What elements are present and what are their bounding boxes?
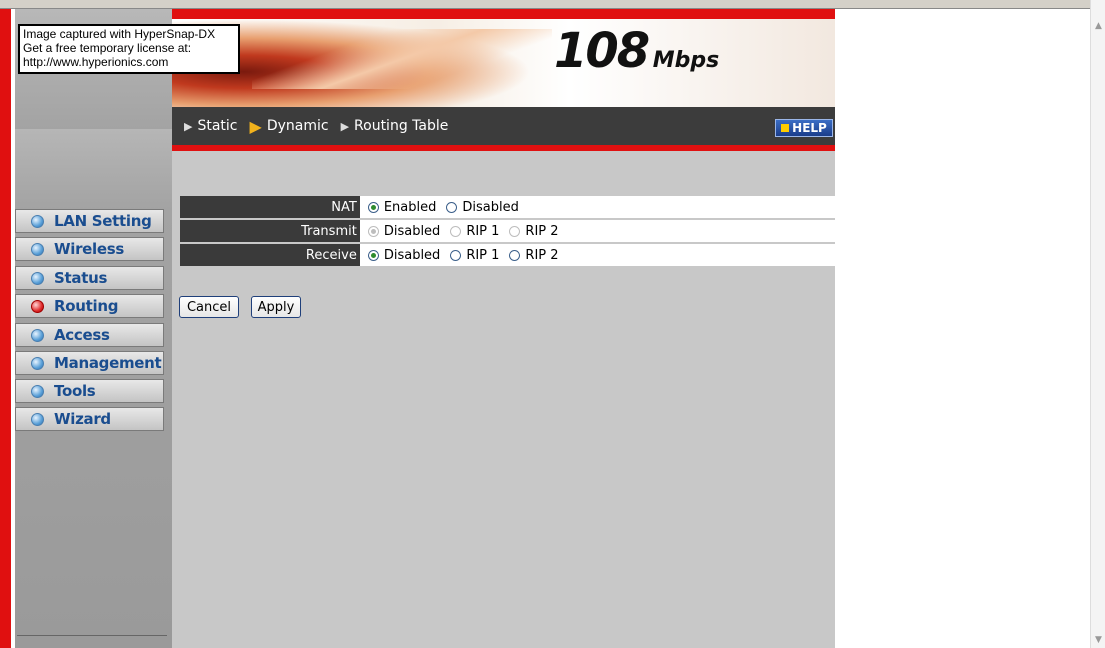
window-top-border [0, 0, 1090, 9]
sidebar-item-routing[interactable]: Routing [15, 294, 164, 318]
radio-label: Disabled [462, 199, 519, 215]
tab-label: Routing Table [354, 118, 449, 134]
radio-label: RIP 2 [525, 223, 559, 239]
speed-unit: Mbps [652, 48, 720, 73]
help-button[interactable]: HELP [775, 119, 833, 137]
nav-bullet-icon [31, 242, 44, 256]
sub-tab-bar: ▶ Static ▶ Dynamic ▶ Routing Table HELP [172, 107, 835, 145]
sidebar-item-wizard[interactable]: Wizard [15, 407, 164, 431]
nat-disabled-radio[interactable] [446, 201, 458, 213]
receive-options: Disabled RIP 1 RIP 2 [359, 244, 835, 266]
nav-bullet-icon [31, 328, 44, 342]
left-red-strip [0, 9, 11, 648]
transmit-disabled-radio[interactable] [367, 225, 379, 237]
sidebar-item-access[interactable]: Access [15, 323, 164, 347]
sidebar-item-label: Wireless [54, 240, 125, 258]
speed-logo: 108 Mbps [554, 23, 719, 79]
screenshot-watermark: Image captured with HyperSnap-DX Get a f… [18, 24, 240, 74]
tab-label: Static [197, 118, 238, 134]
main-content: NAT Enabled Disabled Transmit Disabled R… [172, 151, 835, 648]
arrow-right-icon: ▶ [184, 119, 193, 133]
speed-number: 108 [554, 23, 650, 79]
routing-settings-table: NAT Enabled Disabled Transmit Disabled R… [180, 194, 835, 268]
sidebar-item-label: Tools [54, 382, 96, 400]
sidebar-item-label: Wizard [54, 410, 111, 428]
radio-label: RIP 2 [525, 247, 559, 263]
table-row-transmit: Transmit Disabled RIP 1 RIP 2 [180, 220, 835, 242]
arrow-right-active-icon: ▶ [249, 116, 262, 136]
receive-rip2-radio[interactable] [509, 249, 521, 261]
nav-bullet-icon [31, 384, 44, 398]
watermark-line: Get a free temporary license at: [23, 41, 192, 55]
scroll-up-icon[interactable]: ▲ [1091, 18, 1105, 33]
table-row-receive: Receive Disabled RIP 1 RIP 2 [180, 244, 835, 266]
nav-bullet-icon [31, 271, 44, 285]
radio-label: RIP 1 [466, 223, 500, 239]
banner-graphic-highlight [252, 29, 552, 89]
transmit-options: Disabled RIP 1 RIP 2 [359, 220, 835, 242]
receive-rip1-radio[interactable] [450, 249, 462, 261]
tab-static[interactable]: ▶ Static [184, 118, 238, 134]
sidebar-item-label: Access [54, 326, 110, 344]
sidebar-divider [17, 635, 167, 636]
sidebar-item-status[interactable]: Status [15, 266, 164, 290]
sidebar-item-tools[interactable]: Tools [15, 379, 164, 403]
sidebar: LAN Setting Wireless Status Routing Acce… [15, 9, 172, 648]
nav-bullet-icon [31, 214, 44, 228]
scroll-down-icon[interactable]: ▼ [1091, 632, 1105, 647]
nav-bullet-active-icon [31, 299, 44, 313]
arrow-right-icon: ▶ [340, 119, 350, 133]
cancel-button[interactable]: Cancel [179, 296, 239, 318]
nat-options: Enabled Disabled [359, 196, 835, 218]
receive-label: Receive [180, 244, 360, 266]
tab-label: Dynamic [266, 118, 329, 134]
transmit-label: Transmit [180, 220, 360, 242]
sidebar-item-wireless[interactable]: Wireless [15, 237, 164, 261]
radio-label: RIP 1 [466, 247, 500, 263]
header-banner: 108 Mbps [172, 9, 835, 107]
sidebar-item-management[interactable]: Management [15, 351, 164, 375]
help-icon [781, 124, 790, 132]
sidebar-item-label: Routing [54, 297, 119, 315]
sidebar-item-label: LAN Setting [54, 212, 152, 230]
radio-label: Enabled [383, 199, 437, 215]
banner-red-bar [172, 9, 835, 19]
help-label: HELP [792, 121, 827, 135]
transmit-rip1-radio[interactable] [450, 225, 462, 237]
tab-dynamic[interactable]: ▶ Dynamic [250, 117, 329, 136]
watermark-line: http://www.hyperionics.com [23, 55, 169, 69]
radio-label: Disabled [383, 223, 441, 239]
nat-label: NAT [180, 196, 360, 218]
apply-button[interactable]: Apply [251, 296, 301, 318]
nat-enabled-radio[interactable] [367, 201, 379, 213]
watermark-line: Image captured with HyperSnap-DX [23, 27, 216, 41]
vertical-scrollbar[interactable]: ▲ ▼ [1090, 0, 1105, 648]
transmit-rip2-radio[interactable] [509, 225, 521, 237]
table-row-nat: NAT Enabled Disabled [180, 196, 835, 218]
radio-label: Disabled [383, 247, 441, 263]
nav-bullet-icon [31, 356, 44, 370]
tab-routing-table[interactable]: ▶ Routing Table [341, 118, 449, 134]
nav-bullet-icon [31, 412, 44, 426]
sidebar-item-label: Management [54, 354, 162, 372]
receive-disabled-radio[interactable] [367, 249, 379, 261]
sidebar-item-label: Status [54, 269, 108, 287]
sidebar-item-lan-setting[interactable]: LAN Setting [15, 209, 164, 233]
